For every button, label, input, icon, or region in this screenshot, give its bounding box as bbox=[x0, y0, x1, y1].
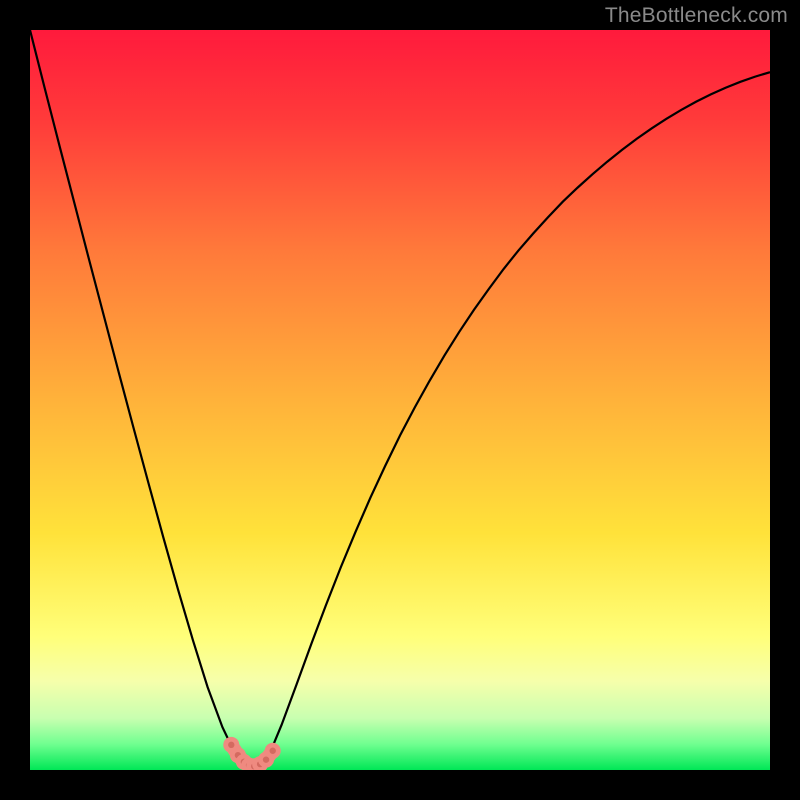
chart-frame: TheBottleneck.com bbox=[0, 0, 800, 800]
bottleneck-chart bbox=[30, 30, 770, 770]
gradient-background bbox=[30, 30, 770, 770]
watermark-text: TheBottleneck.com bbox=[605, 4, 788, 28]
